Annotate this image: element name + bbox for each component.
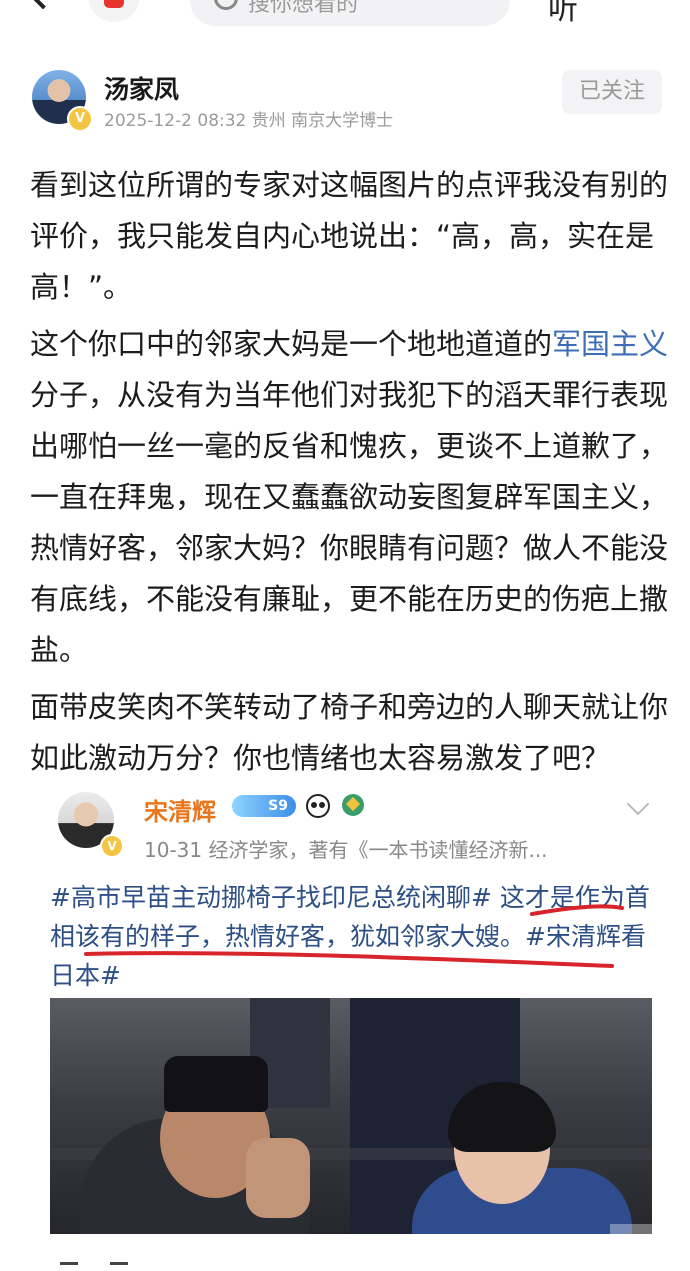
post-body: 看到这位所谓的专家对这幅图片的点评我没有别的评价，我只能发自内心地说出：“高，高… bbox=[30, 160, 670, 790]
embed-post-meta: 10-31 经济学家，著有《一本书读懂经济新... bbox=[144, 838, 548, 862]
panda-badge-icon bbox=[306, 794, 330, 818]
author-name[interactable]: 汤家凤 bbox=[104, 70, 179, 106]
post-paragraph: 看到这位所谓的专家对这幅图片的点评我没有别的评价，我只能发自内心地说出：“高，高… bbox=[30, 168, 669, 304]
listen-button[interactable]: 听 bbox=[548, 0, 578, 28]
search-placeholder: 搜你想看的 bbox=[248, 0, 359, 17]
app-logo-icon[interactable] bbox=[88, 0, 140, 22]
bottom-action-bar bbox=[0, 1258, 690, 1268]
embedded-photo bbox=[50, 998, 652, 1234]
chevron-down-icon bbox=[626, 792, 650, 816]
verified-badge-icon: V bbox=[67, 106, 93, 132]
gem-badge-icon bbox=[342, 794, 364, 816]
embed-post-text: #高市早苗主动挪椅子找印尼总统闲聊# 这才是作为首相该有的样子，热情好客，犹如邻… bbox=[50, 878, 650, 995]
search-icon bbox=[214, 0, 238, 10]
topic-link[interactable]: 军国主义 bbox=[552, 327, 668, 361]
back-arrow-icon[interactable] bbox=[24, 0, 62, 10]
post-paragraph: 面带皮笑肉不笑转动了椅子和旁边的人聊天就让你如此激动万分？你也情绪也太容易激发了… bbox=[30, 690, 669, 775]
follow-button[interactable]: 已关注 bbox=[562, 70, 662, 114]
post-meta: 2025-12-2 08:32 贵州 南京大学博士 bbox=[104, 111, 394, 131]
share-icon[interactable] bbox=[60, 1262, 78, 1271]
level-badge: S9 bbox=[232, 795, 296, 817]
embed-topic-tag: #高市早苗主动挪椅子找印尼总统闲聊# bbox=[50, 883, 492, 912]
paragraph-text: 分子，从没有为当年他们对我犯下的滔天罪行表现出哪怕一丝一毫的反省和愧疚，更谈不上… bbox=[30, 378, 669, 667]
top-bar: 搜你想看的 听 bbox=[0, 0, 690, 42]
post-paragraph: 这个你口中的邻家大妈是一个地地道道的军国主义分子，从没有为当年他们对我犯下的滔天… bbox=[30, 319, 670, 676]
embed-author-name: 宋清辉 bbox=[144, 798, 216, 826]
comment-icon[interactable] bbox=[110, 1262, 128, 1271]
search-input[interactable]: 搜你想看的 bbox=[190, 0, 510, 26]
embed-verified-badge-icon: V bbox=[100, 834, 124, 858]
paragraph-text: 这个你口中的邻家大妈是一个地地道道的 bbox=[30, 327, 553, 361]
embedded-post-screenshot[interactable]: V 宋清辉 S9 10-31 经济学家，著有《一本书读懂经济新... #高市早苗… bbox=[46, 782, 662, 1268]
